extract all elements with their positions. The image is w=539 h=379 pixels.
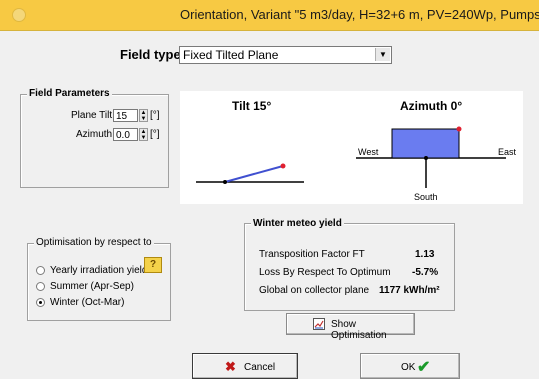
chart-icon: [313, 318, 325, 330]
app-icon: [12, 8, 26, 22]
field-parameters-title: Field Parameters: [27, 88, 112, 99]
orientation-graphic: [196, 126, 506, 188]
chevron-down-icon[interactable]: ▼: [375, 48, 390, 61]
tilt-pivot-dot: [223, 180, 227, 184]
azimuth-input[interactable]: 0.0: [113, 128, 138, 141]
azimuth-pivot-dot: [424, 156, 428, 160]
azimuth-plane: [391, 128, 460, 159]
optimisation-title: Optimisation by respect to: [34, 237, 154, 248]
tilt-end-dot: [280, 163, 286, 169]
radio-yearly[interactable]: [36, 266, 45, 275]
help-button[interactable]: ?: [144, 257, 162, 273]
ok-button[interactable]: OK ✔: [360, 353, 460, 379]
meteo-yield-title: Winter meteo yield: [251, 218, 344, 229]
tilt-plane-line: [224, 165, 284, 183]
azimuth-marker-dot: [456, 126, 462, 132]
cancel-button[interactable]: ✖ Cancel: [192, 353, 298, 379]
show-optimisation-label: Show Optimisation: [331, 319, 387, 341]
south-label: South: [414, 192, 438, 202]
radio-winter-label[interactable]: Winter (Oct-Mar): [50, 297, 124, 308]
meteo-row-value: 1.13: [415, 249, 435, 260]
field-type-value: Fixed Tilted Plane: [183, 48, 279, 62]
title-bar: Orientation, Variant "5 m3/day, H=32+6 m…: [0, 0, 539, 30]
ok-label: OK: [401, 362, 416, 373]
cancel-label: Cancel: [244, 362, 276, 373]
meteo-row-label: Global on collector plane: [259, 285, 370, 296]
orientation-diagram: Tilt 15° Azimuth 0° West East South: [180, 91, 523, 204]
meteo-row-value: 1177 kWh/m²: [379, 285, 440, 296]
dialog-body: Field type Fixed Tilted Plane ▼ Field Pa…: [0, 30, 539, 379]
plane-tilt-label: Plane Tilt: [71, 110, 113, 121]
radio-yearly-label[interactable]: Yearly irradiation yield: [50, 265, 147, 276]
radio-summer-label[interactable]: Summer (Apr-Sep): [50, 281, 134, 292]
field-type-label: Field type: [120, 47, 181, 62]
plane-tilt-unit: [°]: [150, 110, 160, 121]
show-optimisation-button[interactable]: Show Optimisation: [286, 313, 415, 341]
radio-winter[interactable]: [36, 298, 45, 307]
meteo-row-label: Loss By Respect To Optimum: [259, 267, 391, 278]
azimuth-label: Azimuth: [76, 129, 113, 140]
plane-tilt-input[interactable]: 15: [113, 109, 138, 122]
radio-summer[interactable]: [36, 282, 45, 291]
meteo-row-label: Transposition Factor FT: [259, 249, 365, 260]
west-label: West: [358, 147, 379, 157]
east-label: East: [498, 147, 517, 157]
azimuth-spinner[interactable]: ▲ ▼: [139, 128, 148, 141]
field-type-select[interactable]: Fixed Tilted Plane ▼: [179, 46, 392, 64]
meteo-row-value: -5.7%: [412, 267, 439, 278]
plane-tilt-spinner[interactable]: ▲ ▼: [139, 109, 148, 122]
checkmark-icon: ✔: [417, 359, 431, 376]
window-title: Orientation, Variant "5 m3/day, H=32+6 m…: [180, 7, 539, 22]
close-icon: ✖: [225, 359, 236, 374]
azimuth-unit: [°]: [150, 129, 160, 140]
